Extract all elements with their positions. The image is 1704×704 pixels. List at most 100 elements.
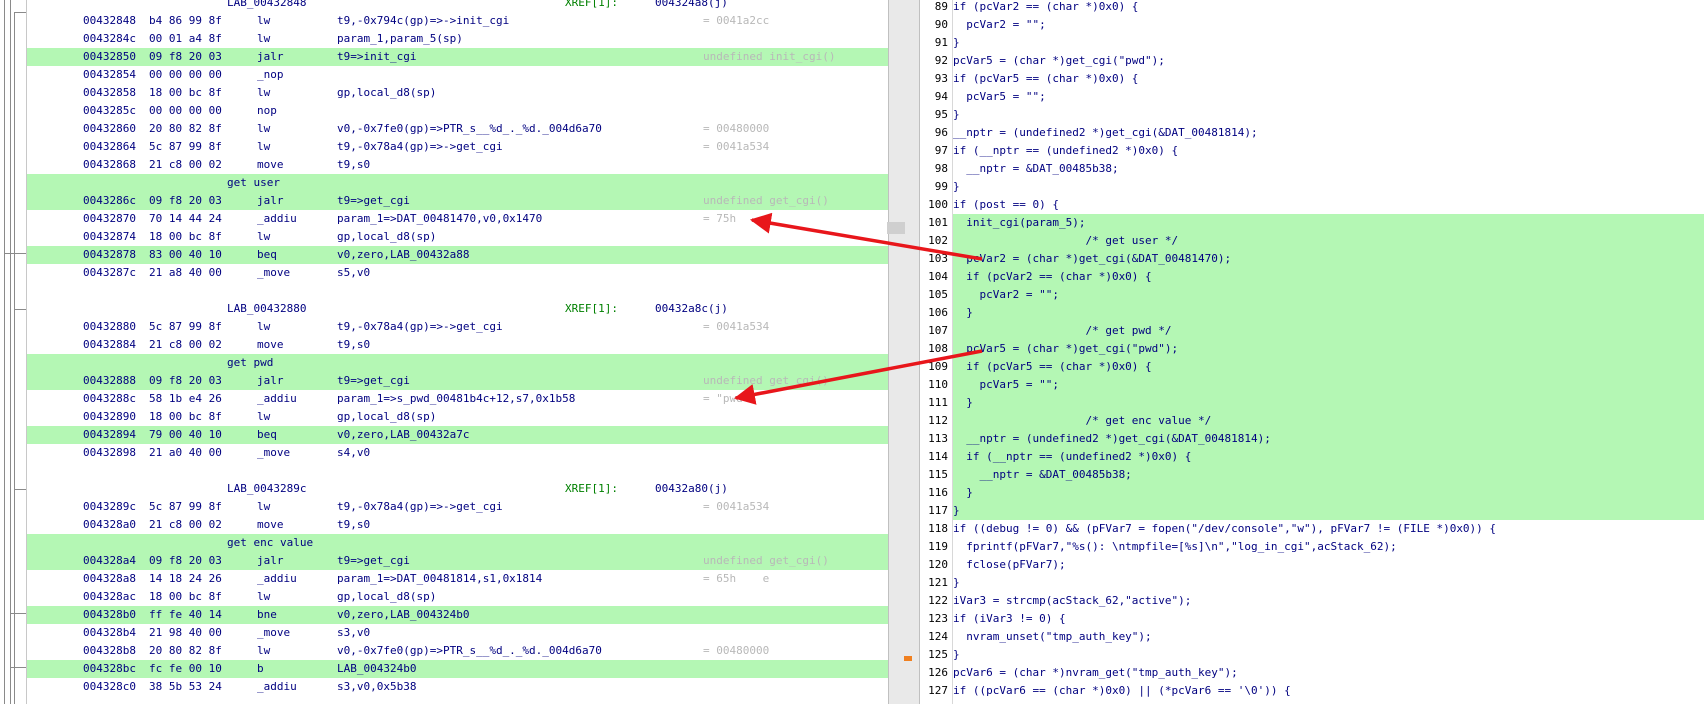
code-text[interactable]: if (post == 0) {	[953, 196, 1704, 214]
listing-panel[interactable]: LAB_00432848 XREF[1]: 004324a8(j) 00432848 b…	[0, 0, 888, 704]
label-name[interactable]: LAB_0043289c	[227, 480, 306, 498]
decompiler-line[interactable]: 98 __nptr = &DAT_00485b38;	[920, 160, 1704, 178]
instruction-row[interactable]: 00432860 20 80 82 8f lw v0,-0x7fe0(gp)=>PTR…	[27, 120, 888, 138]
code-text[interactable]: if (pcVar2 == (char *)0x0) {	[953, 0, 1704, 16]
instr-mnemonic[interactable]: move	[257, 336, 284, 354]
instruction-row[interactable]: 00432868 21 c8 00 02 move t9,s0	[27, 156, 888, 174]
code-text[interactable]: }	[953, 646, 1704, 664]
instr-operands[interactable]: t9,-0x78a4(gp)=>->get_cgi	[337, 498, 503, 516]
instr-mnemonic[interactable]: beq	[257, 426, 277, 444]
decompiler-line[interactable]: 125}	[920, 646, 1704, 664]
pre-comment-row[interactable]: get user	[27, 174, 888, 192]
instr-address[interactable]: 00432878	[83, 246, 136, 264]
decompiler-line[interactable]: 96 __nptr = (undefined2 *)get_cgi(&DAT_00…	[920, 124, 1704, 142]
instr-address[interactable]: 00432884	[83, 336, 136, 354]
instr-address[interactable]: 00432888	[83, 372, 136, 390]
code-text[interactable]: if (__nptr == (undefined2 *)0x0) {	[953, 448, 1704, 466]
code-text[interactable]: /* get pwd */	[953, 322, 1704, 340]
instr-mnemonic[interactable]: _addiu	[257, 390, 297, 408]
instr-operands[interactable]: t9=>get_cgi	[337, 372, 410, 390]
instruction-row[interactable]: 0043286c 09 f8 20 03 jalr t9=>get_cgi undefi…	[27, 192, 888, 210]
code-text[interactable]: if ((debug != 0) && (pFVar7 = fopen("/de…	[953, 520, 1704, 538]
code-text[interactable]: }	[953, 178, 1704, 196]
decompiler-line[interactable]: 119 fprintf(pFVar7,"%s(): \ntmpfile=[%s]…	[920, 538, 1704, 556]
instr-mnemonic[interactable]: jalr	[257, 372, 284, 390]
code-text[interactable]: __nptr = (undefined2 *)get_cgi(&DAT_0048…	[953, 124, 1704, 142]
decompiler-line[interactable]: 118 if ((debug != 0) && (pFVar7 = fopen("…	[920, 520, 1704, 538]
instruction-row[interactable]: 0043285c 00 00 00 00 nop	[27, 102, 888, 120]
code-text[interactable]: iVar3 = strcmp(acStack_62,"active");	[953, 592, 1704, 610]
decompiler-line[interactable]: 93 if (pcVar5 == (char *)0x0) {	[920, 70, 1704, 88]
instruction-row[interactable]: 0043289c 5c 87 99 8f lw t9,-0x78a4(gp)=>->g…	[27, 498, 888, 516]
decompiler-line[interactable]: 121}	[920, 574, 1704, 592]
instr-address[interactable]: 004328bc	[83, 660, 136, 678]
instr-mnemonic[interactable]: lw	[257, 318, 270, 336]
instr-operands[interactable]: s3,v0	[337, 624, 370, 642]
instr-operands[interactable]: t9=>get_cgi	[337, 552, 410, 570]
code-text[interactable]: }	[953, 34, 1704, 52]
code-text[interactable]: }	[953, 574, 1704, 592]
instr-mnemonic[interactable]: _move	[257, 444, 290, 462]
instr-address[interactable]: 00432860	[83, 120, 136, 138]
instr-mnemonic[interactable]: lw	[257, 228, 270, 246]
code-text[interactable]: __nptr = (undefined2 *)get_cgi(&DAT_0048…	[953, 430, 1704, 448]
instr-mnemonic[interactable]: jalr	[257, 552, 284, 570]
instruction-row[interactable]: 00432854 00 00 00 00 _nop	[27, 66, 888, 84]
instruction-row[interactable]: 004328b0 ff fe 40 14 bne v0,zero,LAB_004324…	[27, 606, 888, 624]
label-name[interactable]: LAB_00432848	[227, 0, 306, 12]
instr-mnemonic[interactable]: _addiu	[257, 570, 297, 588]
instr-address[interactable]: 004328a8	[83, 570, 136, 588]
code-text[interactable]: }	[953, 484, 1704, 502]
instruction-row[interactable]: 00432884 21 c8 00 02 move t9,s0	[27, 336, 888, 354]
instruction-row[interactable]: 00432894 79 00 40 10 beq v0,zero,LAB_00432a…	[27, 426, 888, 444]
decompiler-line[interactable]: 106 }	[920, 304, 1704, 322]
instr-address[interactable]: 00432880	[83, 318, 136, 336]
decompiler-line[interactable]: 112 /* get enc value */	[920, 412, 1704, 430]
code-text[interactable]: if (pcVar2 == (char *)0x0) {	[953, 268, 1704, 286]
instr-address[interactable]: 00432850	[83, 48, 136, 66]
instr-operands[interactable]: t9,-0x794c(gp)=>->init_cgi	[337, 12, 509, 30]
instr-address[interactable]: 0043288c	[83, 390, 136, 408]
instr-address[interactable]: 004328b4	[83, 624, 136, 642]
code-text[interactable]: init_cgi(param_5);	[953, 214, 1704, 232]
code-text[interactable]: if ((pcVar6 == (char *)0x0) || (*pcVar6 …	[953, 682, 1704, 700]
decompiler-line[interactable]: 90 pcVar2 = "";	[920, 16, 1704, 34]
instruction-row[interactable]: 00432858 18 00 bc 8f lw gp,local_d8(sp)	[27, 84, 888, 102]
xref-address[interactable]: 00432a80(j)	[655, 480, 728, 498]
pre-comment-row[interactable]: get pwd	[27, 354, 888, 372]
instruction-row[interactable]: 004328bc fc fe 00 10 b LAB_004324b0	[27, 660, 888, 678]
instr-address[interactable]: 00432874	[83, 228, 136, 246]
decompiler-line[interactable]: 105 pcVar2 = "";	[920, 286, 1704, 304]
panel-splitter[interactable]	[888, 0, 920, 704]
instr-address[interactable]: 00432890	[83, 408, 136, 426]
decompiler-line[interactable]: 104 if (pcVar2 == (char *)0x0) {	[920, 268, 1704, 286]
instr-mnemonic[interactable]: _move	[257, 264, 290, 282]
instr-address[interactable]: 004328c0	[83, 678, 136, 696]
instr-mnemonic[interactable]: lw	[257, 30, 270, 48]
instr-mnemonic[interactable]: jalr	[257, 48, 284, 66]
instr-operands[interactable]: s5,v0	[337, 264, 370, 282]
code-text[interactable]: pcVar6 = (char *)nvram_get("tmp_auth_key…	[953, 664, 1704, 682]
overview-scroll-thumb[interactable]	[887, 222, 905, 234]
decompiler-line[interactable]: 91}	[920, 34, 1704, 52]
instruction-row[interactable]: 004328ac 18 00 bc 8f lw gp,local_d8(sp)	[27, 588, 888, 606]
code-text[interactable]: nvram_unset("tmp_auth_key");	[953, 628, 1704, 646]
code-text[interactable]: }	[953, 106, 1704, 124]
decompiler-line[interactable]: 103 pcVar2 = (char *)get_cgi(&DAT_004814…	[920, 250, 1704, 268]
instruction-row[interactable]: 00432888 09 f8 20 03 jalr t9=>get_cgi undefi…	[27, 372, 888, 390]
instr-operands[interactable]: t9=>init_cgi	[337, 48, 416, 66]
instr-mnemonic[interactable]: _move	[257, 624, 290, 642]
code-text[interactable]: }	[953, 304, 1704, 322]
instruction-row[interactable]: 00432870 70 14 44 24 _addiu param_1=>DAT_00…	[27, 210, 888, 228]
code-text[interactable]: if (__nptr == (undefined2 *)0x0) {	[953, 142, 1704, 160]
instr-operands[interactable]: t9,-0x78a4(gp)=>->get_cgi	[337, 318, 503, 336]
decompiler-line[interactable]: 111 }	[920, 394, 1704, 412]
instr-mnemonic[interactable]: _nop	[257, 66, 284, 84]
code-text[interactable]: pcVar5 = "";	[953, 376, 1704, 394]
instr-address[interactable]: 00432870	[83, 210, 136, 228]
instr-operands[interactable]: gp,local_d8(sp)	[337, 408, 436, 426]
decompiler-line[interactable]: 122 iVar3 = strcmp(acStack_62,"active");	[920, 592, 1704, 610]
instr-address[interactable]: 004328a4	[83, 552, 136, 570]
instr-address[interactable]: 004328a0	[83, 516, 136, 534]
code-text[interactable]: }	[953, 502, 1704, 520]
